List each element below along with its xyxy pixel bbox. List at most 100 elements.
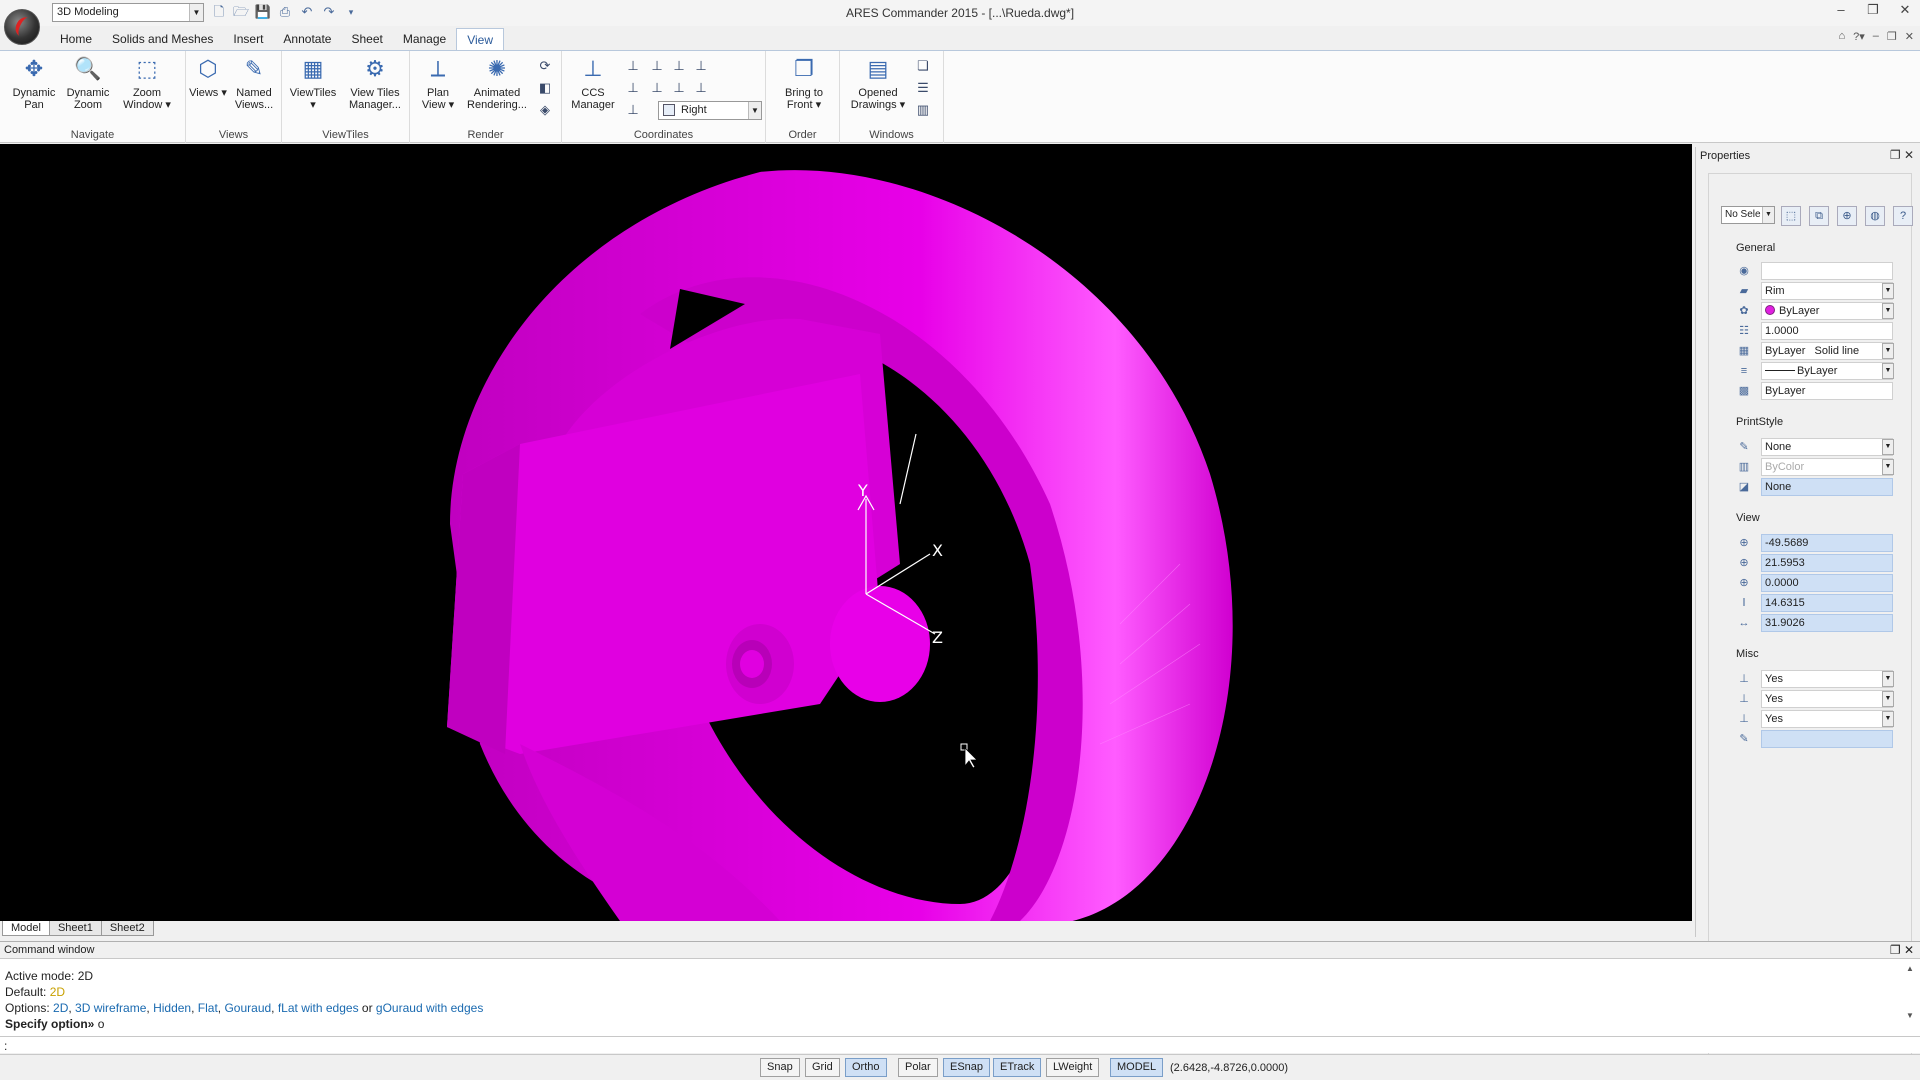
undo-icon[interactable]: ↶: [298, 3, 316, 21]
grid-toggle[interactable]: Grid: [805, 1058, 840, 1077]
option-gouraud-with-edges[interactable]: gOuraud with edges: [376, 1001, 483, 1015]
ccs-y-icon[interactable]: ⊥: [670, 79, 688, 97]
prop-lineweight-row[interactable]: ≡ ByLayer ▼: [1731, 362, 1913, 380]
center-x-value[interactable]: -49.5689: [1761, 534, 1893, 552]
scroll-down-icon[interactable]: ▼: [1906, 1011, 1916, 1020]
chevron-down-icon[interactable]: ▼: [1882, 671, 1894, 687]
pin-icon[interactable]: ❐: [1890, 943, 1901, 957]
ccs-previous-icon[interactable]: ⊥: [648, 57, 666, 75]
chevron-down-icon[interactable]: ▼: [1882, 343, 1894, 359]
save-icon[interactable]: 💾: [254, 3, 272, 21]
ccs-view-icon[interactable]: ⊥: [624, 79, 642, 97]
properties-help-icon[interactable]: ?: [1893, 206, 1913, 226]
scroll-up-icon[interactable]: ▲: [1906, 964, 1916, 973]
snap-toggle[interactable]: Snap: [760, 1058, 800, 1077]
center-z-value[interactable]: 0.0000: [1761, 574, 1893, 592]
tab-home[interactable]: Home: [50, 28, 102, 50]
option-flat[interactable]: Flat: [198, 1001, 218, 1015]
layer-value[interactable]: Rim: [1761, 282, 1893, 300]
prop-width-row[interactable]: ↔ 31.9026: [1731, 614, 1913, 632]
app-menu-button[interactable]: [4, 9, 40, 45]
ccs-z-icon[interactable]: ⊥: [692, 79, 710, 97]
chevron-down-icon[interactable]: ▼: [1882, 283, 1894, 299]
prop-ccs-icon-on-row[interactable]: ⊥ Yes ▼: [1731, 670, 1913, 688]
tab-sheet1[interactable]: Sheet1: [48, 921, 102, 936]
prop-ccs-icon-origin-row[interactable]: ⊥ Yes ▼: [1731, 690, 1913, 708]
center-y-value[interactable]: 21.5953: [1761, 554, 1893, 572]
prop-height-row[interactable]: Ⅰ 14.6315: [1731, 594, 1913, 612]
chevron-down-icon[interactable]: ▼: [1882, 439, 1894, 455]
linescale-value[interactable]: 1.0000: [1761, 322, 1893, 340]
restore-icon[interactable]: ❐: [1864, 2, 1882, 18]
selection-dropdown[interactable]: No Sele ▼: [1721, 206, 1775, 224]
prop-color-row[interactable]: ◉: [1731, 262, 1913, 280]
tab-view[interactable]: View: [456, 28, 504, 50]
tab-insert[interactable]: Insert: [223, 28, 273, 50]
color-value[interactable]: ByLayer: [1761, 302, 1893, 320]
materials-icon[interactable]: ◈: [536, 101, 554, 119]
prop-center-x-row[interactable]: ⊕ -49.5689: [1731, 534, 1913, 552]
printstyle-value[interactable]: None: [1761, 438, 1893, 456]
doc-close-icon[interactable]: ✕: [1905, 30, 1914, 43]
customize-qat-icon[interactable]: ▾: [342, 3, 360, 21]
etrack-toggle[interactable]: ETrack: [993, 1058, 1042, 1077]
ortho-toggle[interactable]: Ortho: [845, 1058, 887, 1077]
dynamic-zoom-button[interactable]: 🔍 Dynamic Zoom: [62, 55, 114, 111]
cascade-windows-icon[interactable]: ❏: [914, 57, 932, 75]
chevron-down-icon[interactable]: ▼: [1882, 711, 1894, 727]
print-icon[interactable]: ⎙: [276, 3, 294, 21]
close-icon[interactable]: ✕: [1904, 943, 1914, 957]
ccs-world-icon[interactable]: ⊥: [624, 57, 642, 75]
tab-solids-and-meshes[interactable]: Solids and Meshes: [102, 28, 223, 50]
redo-icon[interactable]: ↷: [320, 3, 338, 21]
wheel-model[interactable]: [447, 170, 1233, 921]
prop-center-z-row[interactable]: ⊕ 0.0000: [1731, 574, 1913, 592]
prop-transparency-row[interactable]: ▩ ByLayer: [1731, 382, 1913, 400]
tab-sheet2[interactable]: Sheet2: [100, 921, 154, 936]
tab-model[interactable]: Model: [2, 921, 50, 936]
views-button[interactable]: ⬡ Views ▾: [188, 55, 228, 99]
ccs-icon-on-value[interactable]: Yes: [1761, 670, 1893, 688]
height-value[interactable]: 14.6315: [1761, 594, 1893, 612]
render-options-icon[interactable]: ◧: [536, 79, 554, 97]
option-3d-wireframe[interactable]: 3D wireframe: [75, 1001, 146, 1015]
command-scrollbar[interactable]: ▲ ▼: [1906, 964, 1916, 1020]
plan-view-button[interactable]: ⟂ Plan View ▾: [416, 55, 460, 111]
ccs-name-value[interactable]: [1761, 730, 1893, 748]
tab-manage[interactable]: Manage: [393, 28, 456, 50]
ccs-per-viewport-value[interactable]: Yes: [1761, 710, 1893, 728]
pin-icon[interactable]: ❐: [1890, 148, 1901, 162]
prop-value[interactable]: [1761, 262, 1893, 280]
prop-linestyle-row[interactable]: ▦ ByLayer Solid line ▼: [1731, 342, 1913, 360]
quick-select-icon[interactable]: ⧉: [1809, 206, 1829, 226]
prop-ccs-per-viewport-row[interactable]: ⊥ Yes ▼: [1731, 710, 1913, 728]
ccs-x-icon[interactable]: ⊥: [648, 79, 666, 97]
ccs-face-icon[interactable]: ⊥: [670, 57, 688, 75]
tab-annotate[interactable]: Annotate: [273, 28, 341, 50]
named-views-button[interactable]: ✎ Named Views...: [228, 55, 280, 111]
ccs-orientation-dropdown[interactable]: Right ▼: [658, 101, 762, 120]
viewtiles-manager-button[interactable]: ⚙ View Tiles Manager...: [342, 55, 408, 111]
transparency-value[interactable]: ByLayer: [1761, 382, 1893, 400]
tab-sheet[interactable]: Sheet: [341, 28, 392, 50]
prop-printstyle-attached-row[interactable]: ◪ None: [1731, 478, 1913, 496]
refresh-icon[interactable]: ⟳: [536, 57, 554, 75]
workspace-dropdown[interactable]: 3D Modeling ▼: [52, 3, 204, 22]
new-file-icon[interactable]: 🗋: [210, 3, 228, 21]
option-2d[interactable]: 2D: [53, 1001, 68, 1015]
animated-rendering-button[interactable]: ✺ Animated Rendering...: [462, 55, 532, 111]
prop-printstyle-row[interactable]: ✎ None ▼: [1731, 438, 1913, 456]
prop-color-value-row[interactable]: ✿ ByLayer ▼: [1731, 302, 1913, 320]
home-icon[interactable]: ⌂: [1838, 30, 1845, 43]
minimize-icon[interactable]: –: [1832, 2, 1850, 18]
close-icon[interactable]: ✕: [1904, 148, 1914, 162]
option-flat-with-edges[interactable]: fLat with edges: [278, 1001, 359, 1015]
printstyle-attached-value[interactable]: None: [1761, 478, 1893, 496]
ccs-icon-origin-value[interactable]: Yes: [1761, 690, 1893, 708]
tile-vertical-icon[interactable]: ▥: [914, 101, 932, 119]
drawing-viewport[interactable]: Y X Z: [0, 144, 1692, 921]
help-icon[interactable]: ?▾: [1853, 30, 1865, 43]
chevron-down-icon[interactable]: ▼: [1882, 363, 1894, 379]
opened-drawings-button[interactable]: ▤ Opened Drawings ▾: [848, 55, 908, 111]
close-icon[interactable]: ✕: [1896, 2, 1914, 18]
